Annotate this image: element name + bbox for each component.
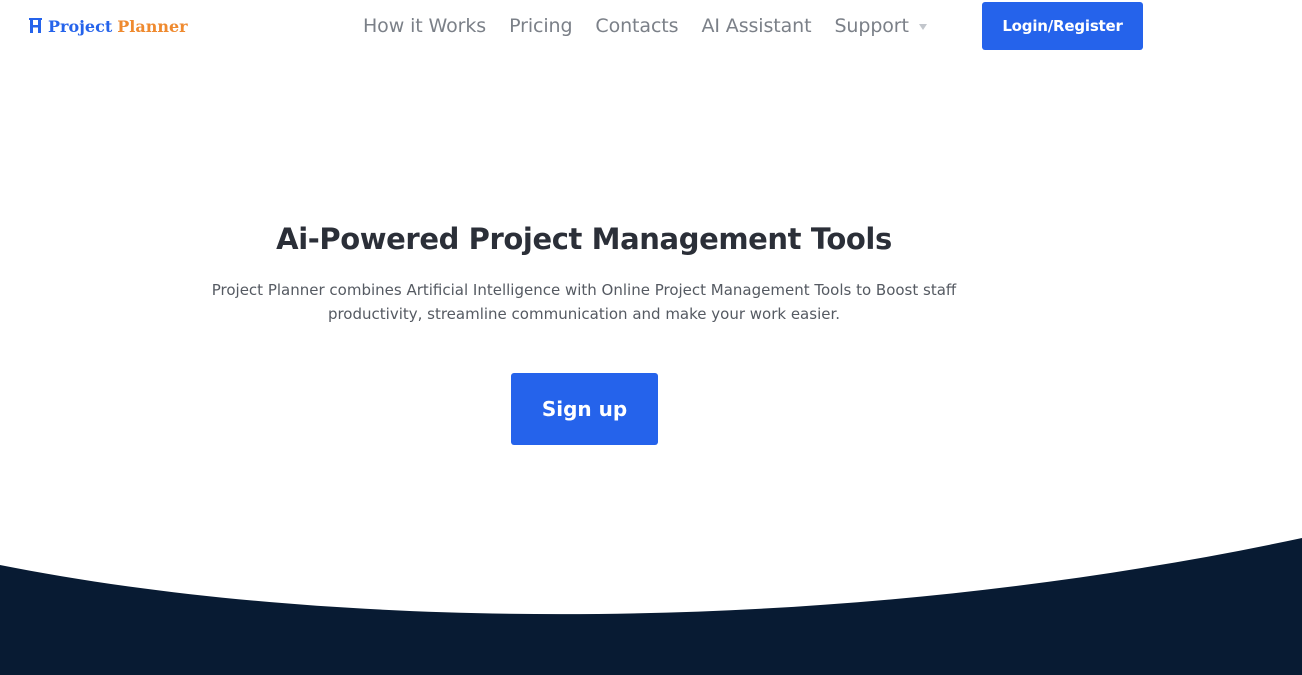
nav-pricing[interactable]: Pricing [509,15,572,37]
logo-text-planner: Planner [117,16,188,36]
nav-support-label: Support [834,15,909,37]
nav-ai-assistant[interactable]: AI Assistant [701,15,811,37]
hero-title: Ai-Powered Project Management Tools [276,222,892,256]
sign-up-button[interactable]: Sign up [511,373,658,445]
footer-wave-band [0,538,1302,675]
nav-contacts[interactable]: Contacts [595,15,678,37]
pp-logo-icon [29,18,42,33]
logo-text-project: Project [48,16,113,36]
chevron-down-icon [918,24,927,30]
main-nav: How it Works Pricing Contacts AI Assista… [363,12,927,40]
site-logo[interactable]: Project Planner [28,14,188,38]
nav-support-dropdown[interactable]: Support [834,15,927,37]
login-register-button[interactable]: Login/Register [982,2,1143,50]
landing-page: Project Planner How it Works Pricing Con… [0,0,1302,675]
hero-subtitle: Project Planner combines Artificial Inte… [211,281,957,323]
nav-how-it-works[interactable]: How it Works [363,15,486,37]
site-header: Project Planner How it Works Pricing Con… [0,0,1302,52]
